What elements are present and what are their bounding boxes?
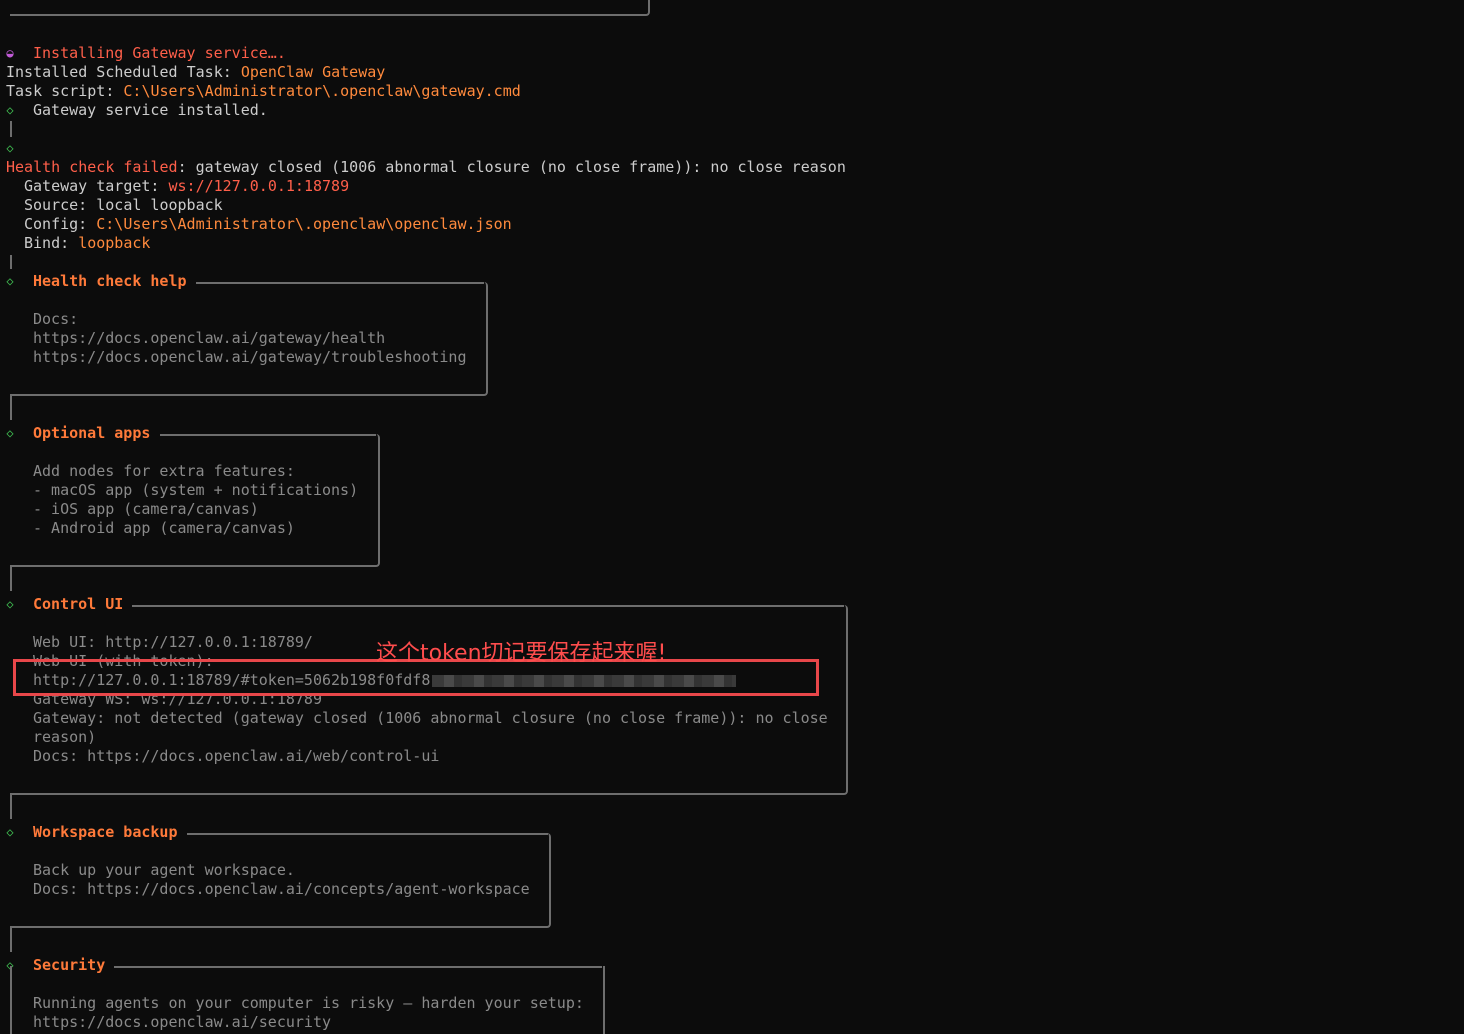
config-value: C:\Users\Administrator\.openclaw\opencla… <box>96 215 512 233</box>
tree-line <box>10 255 12 269</box>
gateway-status-line-cont: reason) <box>33 728 97 746</box>
section-title-security: Security <box>33 956 106 974</box>
health-help-line[interactable]: https://docs.openclaw.ai/gateway/health <box>33 329 385 348</box>
health-help-line: Docs: <box>33 310 79 328</box>
control-ui-docs-line[interactable]: Docs: https://docs.openclaw.ai/web/contr… <box>33 747 439 766</box>
web-ui-line[interactable]: Web UI: http://127.0.0.1:18789/ <box>33 633 313 652</box>
gateway-target-label: Gateway target: <box>24 177 169 195</box>
gateway-status-line: Gateway: not detected (gateway closed (1… <box>33 709 828 727</box>
service-installed-line: Gateway service installed. <box>33 101 268 119</box>
gateway-target-line: Gateway target: ws://127.0.0.1:18789 <box>24 177 349 196</box>
scheduled-task-line: Installed Scheduled Task: OpenClaw Gatew… <box>6 63 385 82</box>
security-line[interactable]: https://docs.openclaw.ai/security <box>33 1013 331 1032</box>
workspace-backup-line[interactable]: Docs: https://docs.openclaw.ai/concepts/… <box>33 880 530 899</box>
security-box-left <box>10 966 12 1034</box>
health-help-line[interactable]: https://docs.openclaw.ai/gateway/trouble… <box>33 348 466 367</box>
tree-line <box>10 928 12 952</box>
optional-apps-line: - macOS app (system + notifications) <box>33 481 359 499</box>
diamond-outline-icon: ◇ <box>6 103 14 117</box>
token-annotation: 这个token切记要保存起来喔! <box>376 641 667 666</box>
previous-box-bottom <box>10 0 650 16</box>
diamond-outline-icon: ◇ <box>6 141 14 155</box>
scheduled-task-label: Installed Scheduled Task: <box>6 63 241 81</box>
source-line: Source: local loopback <box>24 196 223 214</box>
config-line: Config: C:\Users\Administrator\.openclaw… <box>24 215 512 234</box>
workspace-backup-line: Back up your agent workspace. <box>33 861 295 879</box>
optional-apps-line: - Android app (camera/canvas) <box>33 519 295 537</box>
tree-line <box>10 396 12 420</box>
tree-line <box>10 567 12 591</box>
bind-label: Bind: <box>24 234 79 252</box>
bind-value: loopback <box>78 234 151 252</box>
spinner-dot-icon: ◒ <box>6 46 14 60</box>
box-top-border <box>114 966 602 968</box>
bind-line: Bind: loopback <box>24 234 150 253</box>
config-label: Config: <box>24 215 97 233</box>
terminal-window[interactable]: ◒ Installing Gateway service…. Installed… <box>0 0 1464 1034</box>
task-script-value: C:\Users\Administrator\.openclaw\gateway… <box>123 82 521 100</box>
health-failed-line: Health check failed: gateway closed (100… <box>6 158 846 177</box>
security-box-right <box>603 966 605 1034</box>
scheduled-task-value: OpenClaw Gateway <box>240 63 386 81</box>
gateway-target-value: ws://127.0.0.1:18789 <box>168 177 350 195</box>
tree-line <box>10 121 12 137</box>
optional-apps-line: Add nodes for extra features: <box>33 462 295 480</box>
task-script-line: Task script: C:\Users\Administrator\.ope… <box>6 82 521 101</box>
health-failed-message: : gateway closed (1006 abnormal closure … <box>177 158 846 176</box>
security-line: Running agents on your computer is risky… <box>33 994 584 1012</box>
task-script-label: Task script: <box>6 82 124 100</box>
tree-line <box>10 795 12 819</box>
optional-apps-line: - iOS app (camera/canvas) <box>33 500 259 518</box>
installing-status: Installing Gateway service…. <box>33 44 286 62</box>
health-failed-label: Health check failed <box>6 158 178 176</box>
